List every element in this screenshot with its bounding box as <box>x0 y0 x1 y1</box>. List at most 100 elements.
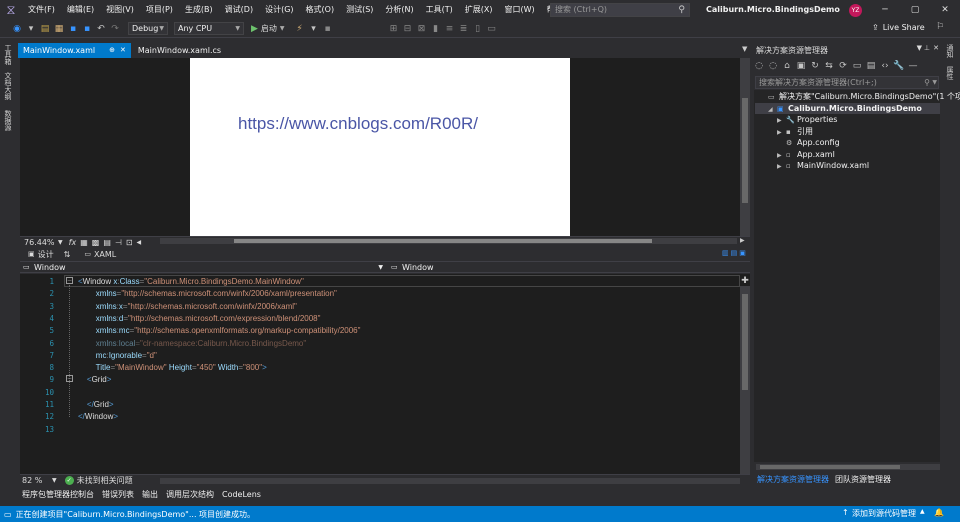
tab-solution-explorer[interactable]: 解决方案资源管理器 <box>754 473 832 486</box>
tree-item[interactable]: ▶ ▫ MainWindow.xaml <box>755 160 940 171</box>
dropdown-icon[interactable]: ▼ <box>917 44 922 52</box>
chevron-down-icon[interactable]: ▼ <box>58 239 63 246</box>
collapse-icon[interactable]: − <box>66 375 73 382</box>
notification-bell-icon[interactable]: 🔔 <box>934 508 944 517</box>
close-icon[interactable]: ✕ <box>933 44 939 52</box>
code-icon[interactable]: ‹› <box>878 59 892 73</box>
design-canvas[interactable] <box>190 58 570 236</box>
swap-panes-icon[interactable]: ⇅ <box>64 250 71 259</box>
element-scope-select[interactable]: Window ▭ ▼ <box>20 262 385 273</box>
menu-item[interactable]: 工具(T) <box>420 0 459 20</box>
tool-icon-2[interactable]: ⊟ <box>401 22 415 36</box>
designer-vertical-thumb[interactable] <box>742 98 748 203</box>
bottom-tab[interactable]: 错误列表 <box>98 488 138 502</box>
bottom-tab[interactable]: CodeLens <box>218 488 265 502</box>
split-editor-icon[interactable]: ✚ <box>740 276 750 286</box>
tree-item[interactable]: ⚙ App.config <box>755 137 940 148</box>
tool-icon-3[interactable]: ⊠ <box>415 22 429 36</box>
bottom-tab[interactable]: 调用层次结构 <box>162 488 218 502</box>
menu-item[interactable]: 文件(F) <box>22 0 61 20</box>
chevron-down-icon[interactable]: ▼ <box>52 477 57 484</box>
horizontal-split-icon[interactable]: ▤ <box>731 249 738 257</box>
tool-icon-7[interactable]: ▯ <box>471 22 485 36</box>
navigate-back-icon[interactable]: ◉ <box>10 22 24 36</box>
collapse-icon[interactable]: − <box>66 277 73 284</box>
tool-icon-6[interactable]: ≣ <box>457 22 471 36</box>
minimize-icon[interactable]: ─ <box>874 0 896 20</box>
save-all-icon[interactable]: ▪ <box>80 22 94 36</box>
tool-icon-1[interactable]: ⊞ <box>387 22 401 36</box>
scroll-left-icon[interactable]: ◀ <box>137 239 142 246</box>
close-icon[interactable]: ✕ <box>934 0 956 20</box>
properties-tab[interactable]: 属性 <box>945 66 955 80</box>
menu-item[interactable]: 分析(N) <box>379 0 419 20</box>
save-icon[interactable]: ▪ <box>66 22 80 36</box>
bottom-tab[interactable]: 程序包管理器控制台 <box>18 488 98 502</box>
open-icon[interactable]: ▦ <box>52 22 66 36</box>
code-vertical-thumb[interactable] <box>742 294 748 390</box>
menu-item[interactable]: 编辑(E) <box>61 0 100 20</box>
add-to-source-control[interactable]: 添加到源代码管理 <box>852 508 916 519</box>
tool-icon-8[interactable]: ▭ <box>485 22 499 36</box>
tree-item[interactable]: ◢ ▣ Caliburn.Micro.BindingsDemo <box>755 102 940 115</box>
refresh-icon[interactable]: ⟳ <box>836 59 850 73</box>
grid-icon[interactable]: ▦ <box>80 238 88 247</box>
tab-mainwindow-xaml-cs[interactable]: MainWindow.xaml.cs <box>133 43 226 58</box>
tree-item[interactable]: ▶ ▫ App.xaml <box>755 149 940 160</box>
menu-item[interactable]: 扩展(X) <box>459 0 499 20</box>
pending-changes-icon[interactable]: ↻ <box>808 59 822 73</box>
close-icon[interactable]: ✕ <box>120 43 126 58</box>
bottom-tab[interactable]: 输出 <box>138 488 162 502</box>
solution-horizontal-thumb[interactable] <box>760 465 900 469</box>
menu-item[interactable]: 设计(G) <box>259 0 299 20</box>
tool-icon-4[interactable]: ▮ <box>429 22 443 36</box>
tab-team-explorer[interactable]: 团队资源管理器 <box>832 473 894 486</box>
properties-icon[interactable]: 🔧 <box>892 59 906 73</box>
forward-icon[interactable]: ◌ <box>766 59 780 73</box>
member-scope-select[interactable]: Window ▭ <box>388 262 750 273</box>
notifications-tab[interactable]: 通知 <box>945 44 955 58</box>
expand-arrow-icon[interactable]: ▶ <box>777 127 786 138</box>
fx-button[interactable]: fx <box>69 238 77 247</box>
issues-status[interactable]: 未找到相关问题 <box>77 475 133 486</box>
live-share-button[interactable]: ⇪ Live Share <box>872 23 925 32</box>
scroll-right-icon[interactable]: ▶ <box>740 237 745 244</box>
menu-item[interactable]: 格式(O) <box>300 0 341 20</box>
pin-icon[interactable]: ⊥ <box>924 44 930 52</box>
tab-dropdown-icon[interactable]: ▼ <box>742 45 747 53</box>
menu-item[interactable]: 项目(P) <box>140 0 179 20</box>
search-input[interactable]: 搜索 (Ctrl+Q) ⚲ <box>550 3 690 17</box>
menu-item[interactable]: 窗口(W) <box>499 0 541 20</box>
menu-item[interactable]: 生成(B) <box>179 0 219 20</box>
home-icon[interactable]: ⌂ <box>780 59 794 73</box>
menu-item[interactable]: 调试(D) <box>219 0 259 20</box>
collapse-all-icon[interactable]: ▭ <box>850 59 864 73</box>
expand-arrow-icon[interactable]: ▶ <box>777 161 786 172</box>
expand-arrow-icon[interactable]: ▶ <box>777 115 786 126</box>
menu-item[interactable]: 测试(S) <box>340 0 379 20</box>
visual-studio-logo-icon[interactable]: ⧖ <box>0 0 22 20</box>
preview-icon[interactable]: — <box>906 59 920 73</box>
redo-icon[interactable]: ↷ <box>108 22 122 36</box>
tree-item[interactable]: ▭ 解决方案"Caliburn.Micro.BindingsDemo"(1 个项目 <box>755 91 960 102</box>
switch-views-icon[interactable]: ▣ <box>794 59 808 73</box>
expand-arrow-icon[interactable]: ◢ <box>768 104 777 115</box>
platform-select[interactable]: Any CPU ▼ <box>174 22 244 35</box>
project-code-icon[interactable]: ⊡ <box>126 238 133 247</box>
data-sources-tab[interactable]: 数据源 <box>3 110 13 131</box>
solution-search-input[interactable]: 搜索解决方案资源管理器(Ctrl+;) ⚲ ▼ <box>755 76 939 89</box>
tool-icon-5[interactable]: ≡ <box>443 22 457 36</box>
undo-icon[interactable]: ↶ <box>94 22 108 36</box>
browser-link-icon[interactable]: ▾ <box>307 22 321 36</box>
collapse-pane-icon[interactable]: ▣ <box>739 249 746 257</box>
code-horizontal-scrollbar[interactable] <box>160 478 740 484</box>
feedback-icon[interactable]: ⚐ <box>936 22 944 32</box>
chevron-down-icon[interactable]: ▼ <box>932 77 937 88</box>
tab-xaml[interactable]: XAML <box>94 250 116 259</box>
search-icon[interactable]: ⚲ <box>924 77 930 88</box>
editor-zoom[interactable]: 82 % <box>22 476 52 485</box>
artboard-icon[interactable]: ▤ <box>103 238 111 247</box>
toolbox-tab[interactable]: 工具箱 <box>3 44 13 65</box>
avatar[interactable]: YZ <box>849 4 862 17</box>
start-button[interactable]: ▶ 启动 ▼ <box>251 23 285 34</box>
